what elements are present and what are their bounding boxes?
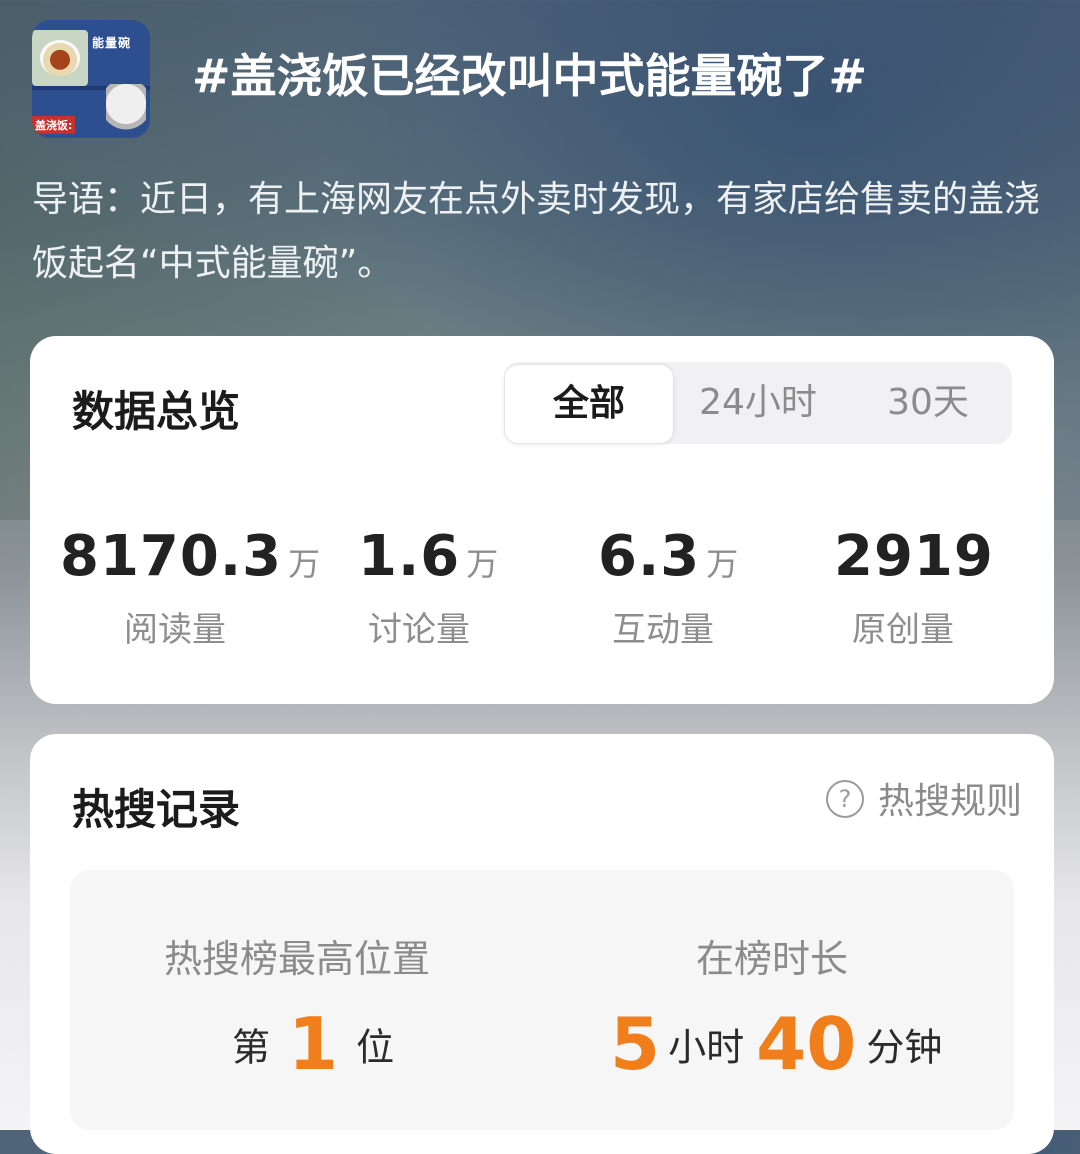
hot-search-rules-link[interactable]: ? 热搜规则 (825, 776, 1022, 826)
hot-search-card: 热搜记录 ? 热搜规则 热搜榜最高位置 第1位 在榜时长 5 小时 40 分钟 (30, 734, 1054, 1154)
highest-position-label: 热搜榜最高位置 (164, 937, 431, 981)
hot-search-title: 热搜记录 (72, 785, 241, 834)
stat-originals-value: 2919 (834, 524, 1000, 589)
overview-title: 数据总览 (72, 387, 241, 436)
cat-image (106, 84, 146, 134)
stat-originals-label: 原创量 (852, 610, 954, 650)
duration-label: 在榜时长 (696, 937, 849, 981)
stat-discussions-number: 1.6 (358, 524, 461, 589)
stat-reads: 8170.3 万 阅读量 (60, 524, 320, 654)
tab-30d[interactable]: 30天 (844, 362, 1012, 444)
stat-discussions-value: 1.6 万 (358, 524, 498, 589)
stat-interactions-number: 6.3 (598, 524, 701, 589)
tab-all[interactable]: 全部 (504, 364, 674, 444)
thumbnail-label-top: 能量碗 (92, 36, 132, 50)
stat-discussions: 1.6 万 讨论量 (358, 524, 538, 654)
stat-reads-unit: 万 (288, 545, 321, 583)
duration-minutes: 40 (756, 1002, 857, 1086)
duration-value: 5 小时 40 分钟 (610, 1002, 942, 1092)
stat-interactions: 6.3 万 互动量 (598, 524, 778, 654)
stat-originals: 2919 原创量 (834, 524, 1014, 654)
stat-interactions-unit: 万 (706, 545, 739, 583)
food-bowl-image (32, 30, 88, 86)
highest-position-prefix: 第 (232, 1025, 271, 1070)
stat-reads-label: 阅读量 (124, 610, 226, 650)
highest-position-suffix: 位 (356, 1025, 395, 1070)
highest-position-number: 1 (288, 1002, 339, 1086)
highest-position-value: 第1位 (232, 1002, 394, 1092)
thumbnail-label-bottom: 盖浇饭: (32, 116, 76, 134)
time-range-selector: 全部 24小时 30天 (504, 362, 1012, 444)
stat-discussions-label: 讨论量 (368, 610, 470, 650)
hot-search-summary: 热搜榜最高位置 第1位 在榜时长 5 小时 40 分钟 (70, 870, 1014, 1130)
duration-minutes-unit: 分钟 (866, 1025, 943, 1070)
hot-search-rules-label: 热搜规则 (877, 781, 1022, 822)
data-overview-card: 数据总览 全部 24小时 30天 8170.3 万 阅读量 1.6 万 讨论量 6.… (30, 336, 1054, 704)
topic-title: #盖浇饭已经改叫中式能量碗了# (192, 49, 868, 103)
topic-thumbnail[interactable]: 能量碗 盖浇饭: (32, 20, 150, 138)
stat-interactions-label: 互动量 (612, 610, 714, 650)
stat-originals-number: 2919 (834, 524, 994, 589)
duration-hours-unit: 小时 (668, 1025, 745, 1070)
question-circle-icon: ? (825, 780, 864, 818)
stat-reads-value: 8170.3 万 (60, 524, 320, 589)
stat-discussions-unit: 万 (466, 545, 499, 583)
topic-intro: 导语：近日，有上海网友在点外卖时发现，有家店给售卖的盖浇饭起名“中式能量碗”。 (32, 179, 1041, 284)
duration-hours: 5 (610, 1002, 661, 1086)
stat-reads-number: 8170.3 (60, 524, 283, 589)
tab-24h[interactable]: 24小时 (674, 362, 842, 444)
stat-interactions-value: 6.3 万 (598, 524, 738, 589)
